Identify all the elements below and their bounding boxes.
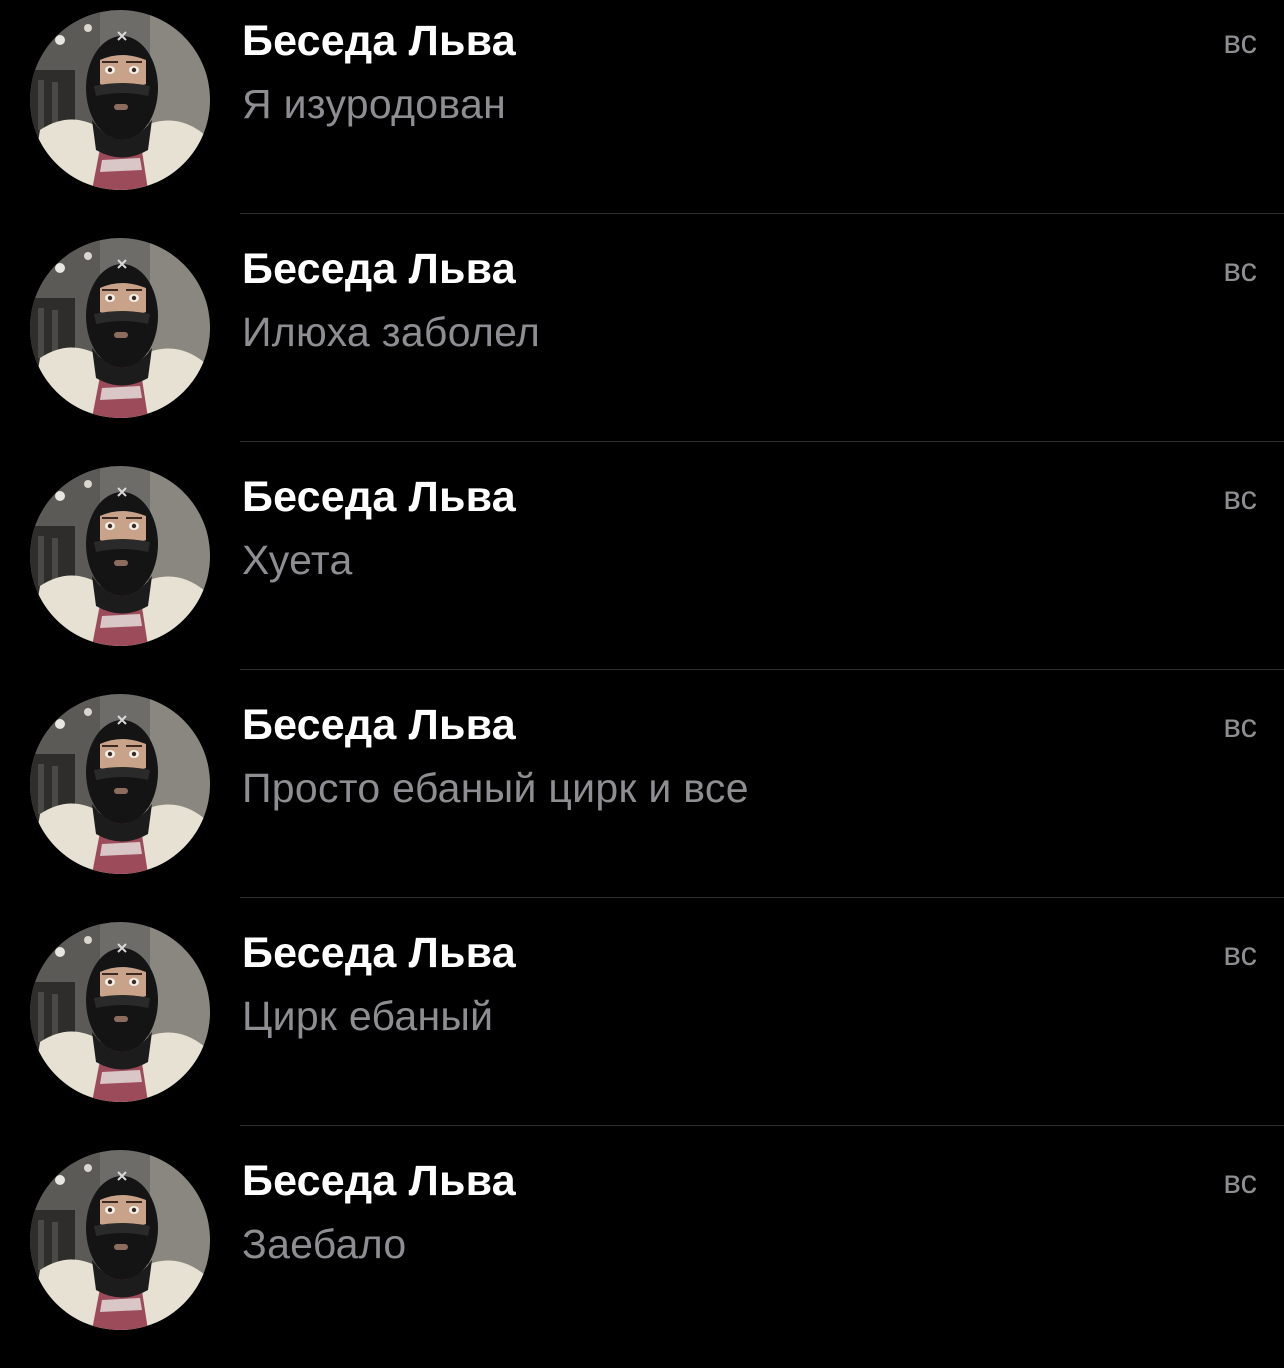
masked-person-avatar-icon xyxy=(30,238,210,418)
masked-person-avatar-icon xyxy=(30,1150,210,1330)
group-avatar xyxy=(30,694,210,874)
chat-title: Беседа Льва xyxy=(242,245,516,293)
chat-timestamp: вс xyxy=(1223,23,1257,60)
chat-title: Беседа Льва xyxy=(242,473,516,521)
group-avatar xyxy=(30,922,210,1102)
group-avatar xyxy=(30,238,210,418)
chat-title: Беседа Льва xyxy=(242,1157,516,1205)
row-divider xyxy=(240,669,1284,670)
chat-last-message: Просто ебаный цирк и все xyxy=(242,765,749,811)
chat-title: Беседа Льва xyxy=(242,701,516,749)
chat-row[interactable]: Беседа Льва Я изуродован вс xyxy=(0,0,1284,228)
chat-timestamp: вс xyxy=(1223,935,1257,972)
chat-timestamp: вс xyxy=(1223,479,1257,516)
chat-list: Беседа Льва Я изуродован вс Беседа Льва … xyxy=(0,0,1284,1350)
group-avatar xyxy=(30,466,210,646)
chat-row[interactable]: Беседа Льва Илюха заболел вс xyxy=(0,228,1284,456)
masked-person-avatar-icon xyxy=(30,10,210,190)
chat-timestamp: вс xyxy=(1223,707,1257,744)
row-divider xyxy=(240,213,1284,214)
masked-person-avatar-icon xyxy=(30,694,210,874)
chat-last-message: Заебало xyxy=(242,1221,407,1267)
chat-title: Беседа Льва xyxy=(242,17,516,65)
chat-timestamp: вс xyxy=(1223,251,1257,288)
masked-person-avatar-icon xyxy=(30,466,210,646)
chat-title: Беседа Льва xyxy=(242,929,516,977)
chat-last-message: Хуета xyxy=(242,537,353,583)
chat-row[interactable]: Беседа Льва Цирк ебаный вс xyxy=(0,912,1284,1140)
group-avatar xyxy=(30,1150,210,1330)
chat-row[interactable]: Беседа Льва Просто ебаный цирк и все вс xyxy=(0,684,1284,912)
row-divider xyxy=(240,1125,1284,1126)
group-avatar xyxy=(30,10,210,190)
chat-row[interactable]: Беседа Льва Заебало вс xyxy=(0,1140,1284,1368)
row-divider xyxy=(240,897,1284,898)
chat-last-message: Я изуродован xyxy=(242,81,507,127)
chat-last-message: Илюха заболел xyxy=(242,309,541,355)
masked-person-avatar-icon xyxy=(30,922,210,1102)
chat-row[interactable]: Беседа Льва Хуета вс xyxy=(0,456,1284,684)
row-divider xyxy=(240,441,1284,442)
chat-last-message: Цирк ебаный xyxy=(242,993,494,1039)
chat-timestamp: вс xyxy=(1223,1163,1257,1200)
